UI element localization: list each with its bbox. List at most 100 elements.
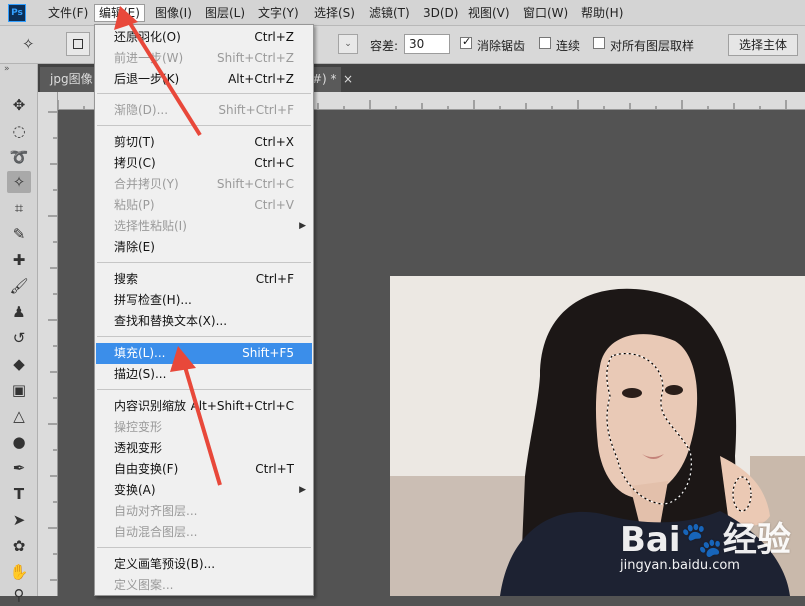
hand-tool-icon[interactable]: ✋ [7,561,31,583]
watermark-logo: Bai🐾经验 [620,520,791,560]
menu-item-clear[interactable]: 清除(E) [96,237,312,258]
menu-item-puppet-warp[interactable]: 操控变形 [96,417,312,438]
ruler-ticks-vertical [48,111,57,581]
tools-panel: » ✥ ◌ ➰ ✧ ⌗ ✎ ✚ 🖌 ♟ ↺ ◆ ▣ △ ● ✒ T ➤ ✿ ✋ … [0,64,38,604]
menu-item-label: 自由变换(F) [114,462,179,476]
menu-separator [97,93,311,94]
menu-item-label: 操控变形 [114,420,163,434]
menu-item-label: 粘贴(P) [114,198,155,212]
square-icon [73,39,83,49]
menu-item-shortcut: Shift+Ctrl+F [218,103,294,117]
menu-item-label: 定义图案... [114,578,174,592]
antialias-checkbox[interactable] [460,35,472,49]
menu-item-transform[interactable]: 变换(A) ▶ [96,480,312,501]
menu-item-label: 内容识别缩放 [114,399,187,413]
magic-wand-icon[interactable]: ✧ [22,35,35,53]
menu-item-undo[interactable]: 还原羽化(O) Ctrl+Z [96,27,312,48]
menu-item-label: 查找和替换文本(X)... [114,314,228,328]
contiguous-label: 连续 [556,39,581,53]
menu-item-content-aware-scale[interactable]: 内容识别缩放 Alt+Shift+Ctrl+C [96,396,312,417]
type-tool-icon[interactable]: T [7,483,31,505]
menu-layer[interactable]: 图层(L) [201,4,249,22]
menu-item-define-pattern[interactable]: 定义图案... [96,575,312,596]
menu-item-step-backward[interactable]: 后退一步(K) Alt+Ctrl+Z [96,69,312,90]
custom-shape-tool-icon[interactable]: ✿ [7,535,31,557]
clone-stamp-tool-icon[interactable]: ♟ [7,301,31,323]
menu-separator [97,125,311,126]
menu-item-shortcut: Ctrl+X [254,135,294,149]
menu-item-label: 透视变形 [114,441,163,455]
menu-item-label: 拼写检查(H)... [114,293,192,307]
menu-file[interactable]: 文件(F) [44,4,92,22]
submenu-arrow-icon: ▶ [299,221,306,231]
menu-item-shortcut: Shift+F5 [242,346,294,360]
menu-item-auto-align-layers[interactable]: 自动对齐图层... [96,501,312,522]
brush-tool-icon[interactable]: 🖌 [7,275,31,297]
pen-tool-icon[interactable]: ✒ [7,457,31,479]
menu-item-shortcut: Alt+Ctrl+Z [228,72,294,86]
zoom-tool-icon[interactable]: ⚲ [7,584,31,606]
menu-item-label: 前进一步(W) [114,51,184,65]
menu-item-paste[interactable]: 粘贴(P) Ctrl+V [96,195,312,216]
menu-item-cut[interactable]: 剪切(T) Ctrl+X [96,132,312,153]
menu-item-define-brush-preset[interactable]: 定义画笔预设(B)... [96,554,312,575]
contiguous-checkbox[interactable] [539,37,551,49]
menu-item-label: 还原羽化(O) [114,30,181,44]
menu-item-label: 定义画笔预设(B)... [114,557,216,571]
crop-tool-icon[interactable]: ⌗ [7,197,31,219]
menu-item-fill[interactable]: 填充(L)... Shift+F5 [96,343,312,364]
marquee-tool-icon[interactable]: ◌ [7,120,31,142]
menu-filter[interactable]: 滤镜(T) [365,4,414,22]
gradient-tool-icon[interactable]: ▣ [7,379,31,401]
panel-collapse-icon[interactable]: » [4,64,10,74]
tolerance-input[interactable]: 30 [404,34,450,54]
menu-item-stroke[interactable]: 描边(S)... [96,364,312,385]
close-tab-icon[interactable]: × [343,72,353,86]
new-selection-button[interactable] [66,32,90,56]
menu-item-shortcut: Ctrl+V [254,198,294,212]
menu-item-copy-merged[interactable]: 合并拷贝(Y) Shift+Ctrl+C [96,174,312,195]
menu-help[interactable]: 帮助(H) [577,4,627,22]
menu-item-free-transform[interactable]: 自由变换(F) Ctrl+T [96,459,312,480]
menu-item-copy[interactable]: 拷贝(C) Ctrl+C [96,153,312,174]
history-brush-tool-icon[interactable]: ↺ [7,327,31,349]
menu-window[interactable]: 窗口(W) [519,4,572,22]
menu-select[interactable]: 选择(S) [310,4,359,22]
menu-item-label: 渐隐(D)... [114,103,169,117]
menu-image[interactable]: 图像(I) [151,4,196,22]
menu-item-shortcut: Ctrl+C [254,156,294,170]
healing-brush-tool-icon[interactable]: ✚ [7,249,31,271]
sample-size-dropdown[interactable]: ⌄ [338,34,358,54]
lasso-tool-icon[interactable]: ➰ [7,146,31,168]
menu-item-shortcut: Alt+Shift+Ctrl+C [190,399,294,413]
magic-wand-tool-icon[interactable]: ✧ [7,171,31,193]
menu-item-spell-check[interactable]: 拼写检查(H)... [96,290,312,311]
watermark-url: jingyan.baidu.com [620,558,740,573]
menu-item-label: 自动对齐图层... [114,504,198,518]
menu-3d[interactable]: 3D(D) [419,4,462,22]
eyedropper-tool-icon[interactable]: ✎ [7,223,31,245]
antialias-label: 消除锯齿 [477,39,526,53]
menu-edit[interactable]: 编辑(E) [94,4,145,22]
menu-view[interactable]: 视图(V) [464,4,514,22]
menu-type[interactable]: 文字(Y) [254,4,303,22]
menu-item-shortcut: Shift+Ctrl+Z [217,51,294,65]
menu-item-shortcut: Ctrl+F [255,272,294,286]
eraser-tool-icon[interactable]: ◆ [7,353,31,375]
tolerance-label: 容差: [370,39,399,53]
menu-item-auto-blend-layers[interactable]: 自动混合图层... [96,522,312,543]
menu-item-paste-special[interactable]: 选择性粘贴(I) ▶ [96,216,312,237]
blur-tool-icon[interactable]: △ [7,405,31,427]
move-tool-icon[interactable]: ✥ [7,94,31,116]
menu-item-label: 搜索 [114,272,139,286]
dodge-tool-icon[interactable]: ● [7,431,31,453]
menu-item-find-replace[interactable]: 查找和替换文本(X)... [96,311,312,332]
sample-all-layers-checkbox[interactable] [593,37,605,49]
menu-item-perspective-warp[interactable]: 透视变形 [96,438,312,459]
select-subject-button[interactable]: 选择主体 [728,34,799,56]
menu-item-step-forward[interactable]: 前进一步(W) Shift+Ctrl+Z [96,48,312,69]
menu-bar: Ps 文件(F) 编辑(E) 图像(I) 图层(L) 文字(Y) 选择(S) 滤… [0,0,805,26]
path-selection-tool-icon[interactable]: ➤ [7,509,31,531]
menu-item-search[interactable]: 搜索 Ctrl+F [96,269,312,290]
menu-item-fade[interactable]: 渐隐(D)... Shift+Ctrl+F [96,100,312,121]
